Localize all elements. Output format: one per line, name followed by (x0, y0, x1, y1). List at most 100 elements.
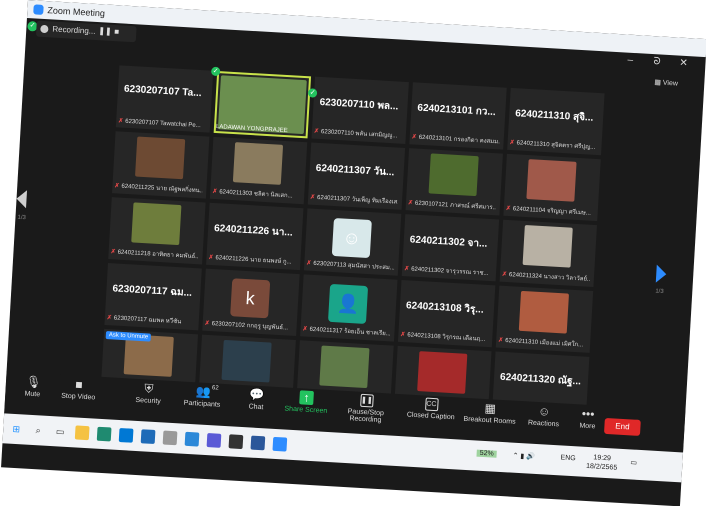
security-label: Security (135, 396, 161, 406)
participant-name: 6240211307 วันเพ็ญ ทิมเรืองเส... (316, 194, 399, 206)
participant-video (319, 345, 370, 389)
participant-tile[interactable]: ☺ ✗ 6230207113 สุมนัสสา ประสม... (303, 208, 402, 276)
mail-icon[interactable] (118, 427, 134, 443)
chat-button[interactable]: 💬 Chat (229, 384, 284, 412)
task-view-icon[interactable]: ▭ (53, 424, 68, 439)
participant-tile[interactable]: ✗ 6240211225 นาย ณัฐพลกิ่งทน... (112, 131, 210, 199)
muted-mic-icon: ✗ (313, 128, 320, 135)
stop-video-button[interactable]: ■ Stop Video (51, 374, 106, 402)
participant-name: 6240213101 กรองกิดา คงสมม... (418, 134, 500, 146)
microphone-icon: 🎙 (25, 374, 42, 390)
share-screen-button[interactable]: ↑ Share Screen (279, 387, 334, 415)
participant-video (221, 339, 272, 383)
stop-recording-button[interactable]: ■ (114, 27, 119, 36)
participant-tile[interactable]: ✗ 6240211303 ชลิตา นิลเสก... (209, 136, 308, 205)
minimize-button[interactable]: – (627, 55, 633, 66)
closed-caption-button[interactable]: CC Closed Caption (401, 394, 462, 421)
avatar: k (230, 278, 271, 319)
participant-display-name: 6240211310 สุจิ... (514, 108, 594, 124)
participant-name-label: ✗ 6240211218 อาทิตยา คมพันธ์... (110, 246, 198, 261)
participant-name-label: ✗ 6240211317 ร้อยเอ็น ชาลเรีย... (302, 323, 390, 338)
ask-to-unmute-button[interactable]: Ask to Unmute (105, 331, 152, 342)
participants-button[interactable]: 👥 62 Participants (175, 381, 230, 409)
participants-label: Participants (183, 399, 221, 409)
muted-mic-icon: ✗ (309, 194, 316, 201)
stop-video-label: Stop Video (60, 392, 96, 402)
view-button[interactable]: ▦ View (654, 78, 678, 87)
participant-tile[interactable]: 👤 ✗ 6240211317 ร้อยเอ็น ชาลเรีย... (300, 274, 398, 342)
end-meeting-button[interactable]: End (603, 417, 641, 436)
participant-name: 6240213108 วิรุกรณ เดือนฤ... (407, 332, 486, 343)
people-icon: 👥 (195, 384, 212, 400)
participant-tile[interactable]: ✗ 6230107121 ภาสรณ์ ศรีสมาร... (405, 148, 503, 216)
outlook-icon[interactable] (250, 435, 266, 451)
share-screen-label: Share Screen (284, 405, 328, 415)
participant-tile[interactable]: 6240211310 สุจิ... ✗ 6240211310 สุจิตตรา ศ… (507, 87, 605, 156)
breakout-rooms-label: Breakout Rooms (463, 415, 516, 426)
participant-tile[interactable]: ✗ 6240211324 นางสาว วิลาวัลย์... (499, 219, 597, 288)
participant-tile[interactable]: ✗ 6240211310 เมืองแม่ เมิศใก... (495, 285, 594, 353)
settings-gear-icon[interactable] (228, 434, 244, 450)
language-indicator[interactable]: ENG (560, 454, 576, 462)
participant-name-label: ✗ 6230207107 Tawatchai Pe... (118, 117, 206, 129)
security-button[interactable]: ⛨ Security (121, 378, 176, 406)
participant-tile[interactable]: 6230207110 พล... ✗ 6230207110 พลัน เสกมิญญ… (311, 76, 409, 144)
pause-stop-recording-button[interactable]: ❚❚ Pause/Stop Recording (334, 390, 398, 425)
restore-button[interactable]: ᘐ (653, 56, 661, 67)
muted-mic-icon: ✗ (411, 134, 417, 141)
participant-tile[interactable]: LADAWAN YONGPRAJEE (213, 71, 312, 139)
participant-tile[interactable]: 6230207107 Ta... ✗ 6230207107 Tawatchai Pe… (115, 65, 214, 133)
file-explorer-icon[interactable] (74, 425, 90, 441)
recording-indicator: Recording... ❚❚ ■ (35, 20, 137, 43)
windows-start-icon[interactable]: ⊞ (9, 422, 24, 437)
participant-tile[interactable]: 6240211302 จา... ✗ 6240211302 จารุวรรณ ราช… (401, 214, 500, 282)
participant-tile[interactable]: ✗ 6240211104 จริญญา ศรีเมษ... (503, 153, 601, 222)
photos-icon[interactable] (184, 431, 200, 447)
zoom-logo-icon (33, 4, 44, 15)
participant-name: 6230207117 ฉมพล หวีชัน (113, 315, 182, 326)
muted-mic-icon: ✗ (400, 331, 406, 339)
edge-browser-icon[interactable] (96, 426, 112, 442)
cartoon-avatar-icon: ☺ (331, 217, 372, 259)
next-page-icon[interactable] (655, 264, 667, 284)
system-tray-icons[interactable]: ⌃ ▮ 🔊 (512, 452, 535, 461)
battery-indicator[interactable]: 52% (476, 449, 497, 458)
pause-stop-label: Pause/Stop Recording (347, 408, 385, 425)
breakout-rooms-button[interactable]: ▦ Breakout Rooms (460, 398, 519, 426)
system-clock[interactable]: 19:29 18/2/2565 (586, 453, 618, 473)
media-icon[interactable] (206, 433, 222, 448)
participant-tile[interactable]: 6240213101 กว... ✗ 6240213101 กรองกิดา คงส… (409, 82, 507, 150)
pause-recording-button[interactable]: ❚❚ (98, 26, 112, 36)
participant-name: 6230107121 ภาสรณ์ ศรีสมาร... (414, 200, 497, 212)
person-avatar-icon: 👤 (327, 283, 369, 324)
muted-mic-icon: ✗ (302, 326, 308, 333)
participant-tile[interactable]: 6240211226 นา... ✗ 6240211226 นาย ธนพงษ์ ก… (206, 202, 304, 271)
muted-mic-icon: ✗ (306, 260, 312, 267)
zoom-taskbar-icon[interactable] (272, 436, 288, 452)
pause-icon: ❚❚ (359, 393, 374, 408)
participant-tile[interactable]: 6240213108 วิรุ... ✗ 6240213108 วิรุกรณ เด… (397, 279, 496, 348)
participant-video (526, 159, 577, 202)
participant-tile[interactable]: k ✗ 6230207102 กกฤรู บุญพันธ์... (202, 268, 300, 336)
participant-tile[interactable]: ✗ 6240211218 อาทิตยา คมพันธ์... (108, 197, 206, 265)
participant-name-label: ✗ 6240211307 วันเพ็ญ ทิมเรืองเส... (310, 192, 398, 207)
participant-tile[interactable]: 6240211307 วัน... ✗ 6240211307 วันเพ็ญ ทิม… (307, 142, 406, 210)
more-label: More (579, 422, 596, 431)
close-button[interactable]: ✕ (679, 58, 688, 69)
participant-name: 6230207110 พลัน เสกมิญญู... (320, 129, 398, 140)
participant-name: 6240211310 สุจิตตรา ศรีปุญ... (516, 140, 596, 151)
participant-name: 6240211104 จริญญา ศรีเมษ... (512, 206, 591, 217)
muted-mic-icon: ✗ (114, 183, 120, 190)
participant-tile[interactable]: 6230207117 ฉม... ✗ 6230207117 ฉมพล หวีชัน (104, 263, 202, 331)
participant-display-name: 6240211302 จา... (409, 234, 488, 250)
participant-name-label: ✗ 6240211226 นาย ธนพงษ์ กู... (208, 252, 296, 267)
muted-mic-icon: ✗ (204, 320, 210, 327)
search-icon[interactable]: ⌕ (31, 423, 46, 438)
app-icon[interactable] (162, 430, 178, 446)
muted-mic-icon: ✗ (117, 118, 124, 125)
previous-page-icon[interactable] (16, 189, 28, 209)
word-icon[interactable] (140, 429, 156, 445)
participant-name: 6240211225 นาย ณัฐพลกิ่งทน... (121, 183, 203, 195)
notification-icon[interactable]: ▭ (630, 458, 637, 466)
participant-display-name: 6240211320 ณัฐ... (499, 371, 582, 388)
